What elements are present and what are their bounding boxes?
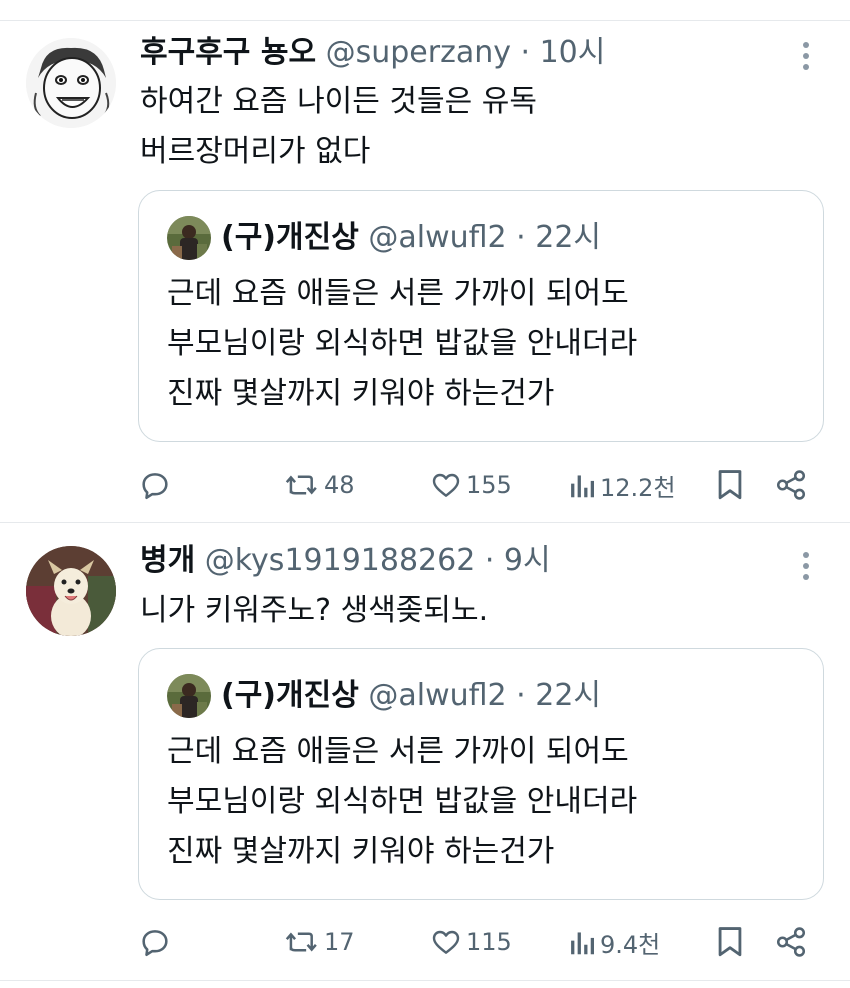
retweet-button[interactable]: 17 [284, 922, 355, 962]
person-photo-avatar-icon [167, 674, 211, 718]
dog-photo-avatar-icon [26, 546, 116, 636]
like-button[interactable]: 115 [430, 922, 512, 962]
like-count: 115 [466, 928, 512, 956]
reply-button[interactable] [138, 922, 172, 962]
quoted-tweet[interactable]: (구)개진상 @alwufl2 · 22시 근데 요즘 애들은 서른 가까이 되… [138, 648, 824, 900]
share-button[interactable] [774, 922, 808, 962]
tweet-2[interactable]: 병개 @kys1919188262 · 9시 니가 키워주노? 생색좆되노. (… [0, 0, 850, 988]
heart-icon [432, 930, 460, 954]
quote-text-line: 근데 요즘 애들은 서른 가까이 되어도 [167, 734, 629, 769]
quote-text: 근데 요즘 애들은 서른 가까이 되어도 부모님이랑 외식하면 밥값을 안내더라… [167, 727, 637, 877]
quote-text-line: 부모님이랑 외식하면 밥값을 안내더라 [167, 784, 638, 819]
quote-display-name: (구)개진상 [221, 678, 359, 713]
avatar[interactable] [26, 546, 116, 636]
views-button[interactable]: 9.4천 [568, 922, 660, 962]
tweet-text: 니가 키워주노? 생색좆되노. [140, 586, 488, 636]
quote-text-line: 진짜 몇살까지 키워야 하는건가 [167, 834, 555, 869]
tweet-header: 병개 @kys1919188262 · 9시 [140, 541, 551, 581]
action-bar: 17 115 9.4천 [0, 922, 850, 962]
retweet-count: 17 [324, 928, 355, 956]
quote-handle-time: @alwufl2 · 22시 [368, 678, 602, 713]
more-options-icon[interactable] [796, 548, 816, 584]
display-name[interactable]: 병개 [140, 543, 195, 578]
views-count: 9.4천 [600, 930, 661, 959]
bookmark-button[interactable] [715, 922, 745, 962]
handle-time[interactable]: @kys1919188262 · 9시 [205, 543, 551, 578]
retweet-icon [285, 932, 317, 952]
quote-header: (구)개진상 @alwufl2 · 22시 [221, 676, 601, 716]
bottom-divider [0, 980, 850, 981]
bookmark-icon [718, 927, 742, 957]
reply-icon [142, 930, 168, 957]
quote-avatar [167, 674, 211, 718]
tweet-text-line: 니가 키워주노? 생색좆되노. [140, 593, 489, 628]
share-icon [776, 927, 806, 957]
views-chart-icon [571, 932, 594, 955]
